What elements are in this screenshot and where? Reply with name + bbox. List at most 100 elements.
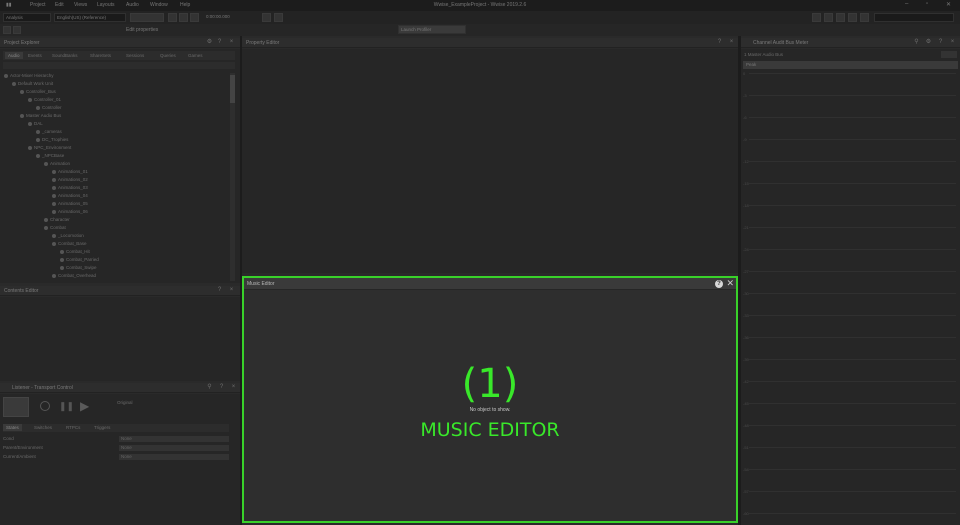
tree-item[interactable]: _NPCBase	[36, 153, 64, 159]
tab-games[interactable]: Games	[185, 52, 206, 59]
tab-sharesets[interactable]: ShareSets	[87, 52, 114, 59]
close-window-icon[interactable]: ✕	[946, 1, 951, 8]
toolbar-icon-1[interactable]	[812, 13, 821, 22]
pin-icon[interactable]: ⚲	[913, 39, 920, 46]
tab-queries[interactable]: Queries	[157, 52, 179, 59]
row-value-dropdown[interactable]: None	[119, 445, 229, 451]
tree-item[interactable]: Character	[44, 217, 70, 223]
sub-toolbar: Edit properties Launch Profiler	[0, 24, 960, 36]
tree-item[interactable]: Actor-Mixer Hierarchy	[4, 73, 54, 79]
panel-close-icon[interactable]: ×	[230, 384, 237, 391]
tree-item[interactable]: Combat_Swipe	[60, 265, 97, 271]
tree-item[interactable]: Combat_Hit	[60, 249, 90, 255]
transport-object-box[interactable]	[3, 397, 29, 417]
panel-close-icon[interactable]: ×	[228, 39, 235, 46]
panel-help-icon[interactable]: ?	[937, 39, 944, 46]
record-icon[interactable]	[190, 13, 199, 22]
launch-profiler-button[interactable]: Launch Profiler	[398, 25, 466, 34]
row-value-dropdown[interactable]: None	[119, 454, 229, 460]
tree-item[interactable]: Combat_Parried	[60, 257, 99, 263]
meter-tick-label: -33	[743, 313, 749, 318]
help-icon[interactable]: ?	[715, 280, 723, 288]
toolbar-icon-4[interactable]	[848, 13, 857, 22]
tree-item-label: _Locomotion	[58, 233, 84, 238]
stop-icon[interactable]	[168, 13, 177, 22]
tree-item[interactable]: Combat_Base	[52, 241, 87, 247]
tab-audio[interactable]: Audio	[5, 52, 23, 59]
platform-dropdown[interactable]: English(US) (Reference)	[54, 13, 126, 22]
panel-settings-icon[interactable]: ⚙	[206, 39, 213, 46]
tab-soundbanks[interactable]: SoundBanks	[49, 52, 81, 59]
vertical-splitter[interactable]	[738, 36, 741, 525]
tree-item[interactable]: Animations_03	[52, 185, 88, 191]
panel-help-icon[interactable]: ?	[216, 39, 223, 46]
tree-item[interactable]: DC_Trophies	[36, 137, 68, 143]
meter-tick-label: -12	[743, 159, 749, 164]
tree-scrollbar[interactable]	[230, 73, 235, 281]
meter-mode-dropdown[interactable]: Peak	[743, 61, 958, 69]
meter-tick-label: -51	[743, 445, 749, 450]
tab-rtpcs[interactable]: RTPCs	[63, 424, 83, 431]
tree-item[interactable]: Combat_Overhead	[52, 273, 96, 279]
layout-dropdown[interactable]: Analysis	[3, 13, 51, 22]
meter-tick-label: -21	[743, 225, 749, 230]
meter-tick-label: -45	[743, 401, 749, 406]
scrollbar-thumb[interactable]	[230, 75, 235, 103]
tree-item[interactable]: Animation	[44, 161, 70, 167]
forward-icon[interactable]	[13, 26, 21, 34]
play-icon[interactable]	[179, 13, 188, 22]
panel-close-icon[interactable]: ×	[228, 287, 235, 294]
tree-item[interactable]: DAL	[28, 121, 43, 127]
meter-tick-label: -15	[743, 181, 749, 186]
tab-switches[interactable]: Switches	[31, 424, 55, 431]
panel-help-icon[interactable]: ?	[218, 384, 225, 391]
tree-item[interactable]: _cameras	[36, 129, 62, 135]
meter-tick-label: -57	[743, 489, 749, 494]
panel-help-icon[interactable]: ?	[716, 39, 723, 46]
panel-close-icon[interactable]: ×	[728, 39, 735, 46]
toolbar-icon-5[interactable]	[860, 13, 869, 22]
tree-item[interactable]: Combat	[44, 225, 66, 231]
back-icon[interactable]	[3, 26, 11, 34]
search-field[interactable]	[130, 13, 164, 22]
meter-options-button[interactable]	[941, 51, 957, 58]
play-button[interactable]: ▶	[80, 399, 89, 413]
minimize-icon[interactable]: –	[905, 1, 908, 7]
tree-item[interactable]: Animations_05	[52, 201, 88, 207]
meter-tick-label: -24	[743, 247, 749, 252]
maximize-icon[interactable]: ▫	[926, 1, 928, 7]
tree-item[interactable]: Master Audio Bus	[20, 113, 61, 119]
panel-help-icon[interactable]: ?	[216, 287, 223, 294]
capture-icon[interactable]	[262, 13, 271, 22]
edit-properties-label[interactable]: Edit properties	[126, 27, 158, 33]
vertical-splitter[interactable]	[240, 36, 242, 525]
tree-item[interactable]: Default Work Unit	[12, 81, 53, 87]
panel-settings-icon[interactable]: ⚙	[925, 39, 932, 46]
tab-sessions[interactable]: Sessions	[123, 52, 147, 59]
search-box[interactable]	[874, 13, 954, 22]
tree-item-label: Combat_Swipe	[66, 265, 97, 270]
tree-item[interactable]: Animations_04	[52, 193, 88, 199]
close-icon[interactable]: ✕	[726, 278, 734, 289]
tree-item[interactable]: NPC_Environment	[28, 145, 71, 151]
tree-item[interactable]: Animations_06	[52, 209, 88, 215]
pause-button[interactable]: ❚❚	[59, 401, 74, 411]
connect-icon[interactable]	[274, 13, 283, 22]
toolbar-icon-3[interactable]	[836, 13, 845, 22]
meter-gridline	[749, 425, 956, 426]
tree-item[interactable]: _Locomotion	[52, 233, 84, 239]
tree-item[interactable]: Animations_02	[52, 177, 88, 183]
tree-item[interactable]: Controller	[36, 105, 62, 111]
tab-triggers[interactable]: Triggers	[91, 424, 113, 431]
tree-item[interactable]: Controller_01	[28, 97, 61, 103]
row-value-dropdown[interactable]: None	[119, 436, 229, 442]
tab-states[interactable]: States	[3, 424, 22, 431]
tree-item[interactable]: Controller_Bus	[20, 89, 56, 95]
pin-icon[interactable]: ⚲	[206, 384, 213, 391]
stop-button[interactable]	[40, 401, 50, 411]
panel-close-icon[interactable]: ×	[949, 39, 956, 46]
toolbar-icon-2[interactable]	[824, 13, 833, 22]
tree-item[interactable]: Animations_01	[52, 169, 88, 175]
tree-item-label: Master Audio Bus	[26, 113, 62, 118]
tab-events[interactable]: Events	[25, 52, 45, 59]
